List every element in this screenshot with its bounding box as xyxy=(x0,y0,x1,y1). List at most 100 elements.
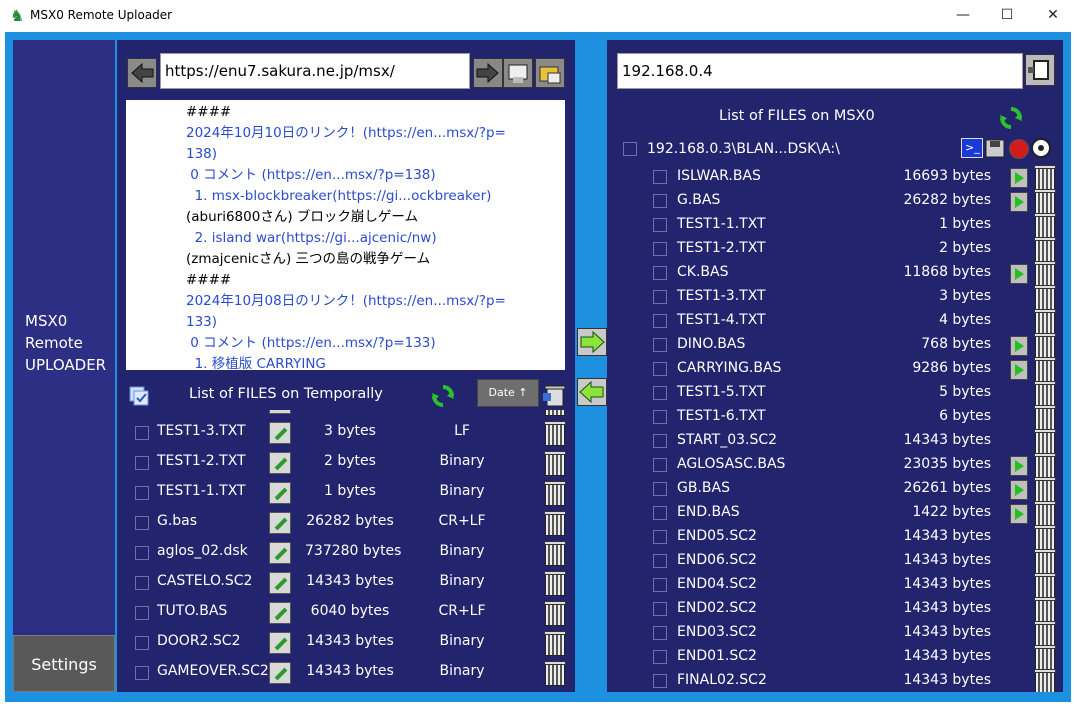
run-icon[interactable] xyxy=(1010,456,1028,476)
trash-icon[interactable] xyxy=(1034,189,1056,214)
msx-file-row[interactable]: END06.SC2 14343 bytes xyxy=(607,549,1063,574)
row-checkbox[interactable] xyxy=(653,650,667,664)
row-checkbox[interactable] xyxy=(653,362,667,376)
settings-button[interactable]: Settings xyxy=(13,635,115,692)
upload-to-msx-icon[interactable] xyxy=(577,328,607,356)
web-link[interactable]: 2. island war(https://gi...ajcenic/nw) xyxy=(126,228,565,249)
msx-address-input[interactable] xyxy=(617,53,1023,89)
line-ending[interactable]: Binary xyxy=(417,663,507,679)
minimize-button[interactable]: — xyxy=(940,0,986,32)
edit-icon[interactable] xyxy=(269,482,291,504)
msx-file-row[interactable]: TEST1-6.TXT 6 bytes xyxy=(607,405,1063,430)
back-arrow-icon[interactable] xyxy=(127,58,157,88)
msx-file-row[interactable]: GB.BAS 26261 bytes xyxy=(607,477,1063,502)
trash-icon[interactable] xyxy=(1034,669,1056,692)
msx-file-row[interactable]: AGLOSASC.BAS 23035 bytes xyxy=(607,453,1063,478)
web-link[interactable]: 0 コメント (https://en...msx/?p=138) xyxy=(126,165,565,186)
msx-file-row[interactable]: CK.BAS 11868 bytes xyxy=(607,261,1063,286)
trash-icon[interactable] xyxy=(1034,165,1056,190)
line-ending[interactable]: Binary xyxy=(417,483,507,499)
row-checkbox[interactable] xyxy=(653,338,667,352)
trash-icon[interactable] xyxy=(1034,597,1056,622)
web-link[interactable]: 0 コメント (https://en...msx/?p=133) xyxy=(126,333,565,354)
run-icon[interactable] xyxy=(1010,504,1028,524)
trash-icon[interactable] xyxy=(544,451,566,476)
temp-file-row[interactable]: TEST1-1.TXT 1 bytes Binary xyxy=(117,478,575,508)
trash-icon[interactable] xyxy=(1034,213,1056,238)
temp-file-row[interactable]: CASTELO.SC2 14343 bytes Binary xyxy=(117,568,575,598)
row-checkbox[interactable] xyxy=(653,602,667,616)
web-link[interactable]: 2024年10月08日のリンク！(https://en...msx/?p= xyxy=(126,291,565,312)
edit-icon[interactable] xyxy=(269,662,291,684)
run-icon[interactable] xyxy=(1010,264,1028,284)
refresh-icon[interactable] xyxy=(431,384,455,408)
row-checkbox[interactable] xyxy=(653,530,667,544)
row-checkbox[interactable] xyxy=(135,456,149,470)
row-checkbox[interactable] xyxy=(135,666,149,680)
trash-icon[interactable] xyxy=(1034,645,1056,670)
row-checkbox[interactable] xyxy=(653,242,667,256)
row-checkbox[interactable] xyxy=(653,626,667,640)
trash-icon[interactable] xyxy=(544,601,566,626)
trash-icon[interactable] xyxy=(1034,453,1056,478)
select-all-icon[interactable] xyxy=(128,384,150,406)
row-checkbox[interactable] xyxy=(653,578,667,592)
stop-icon[interactable] xyxy=(1009,139,1029,159)
run-icon[interactable] xyxy=(1010,168,1028,188)
line-ending[interactable]: CR+LF xyxy=(417,603,507,619)
row-checkbox[interactable] xyxy=(135,636,149,650)
trash-icon[interactable] xyxy=(1034,477,1056,502)
trash-icon[interactable] xyxy=(1034,309,1056,334)
close-button[interactable]: ✕ xyxy=(1030,0,1076,32)
row-checkbox[interactable] xyxy=(653,314,667,328)
path-checkbox[interactable] xyxy=(623,142,637,156)
terminal-icon[interactable]: >_ xyxy=(961,138,983,158)
row-checkbox[interactable] xyxy=(653,674,667,688)
trash-icon[interactable] xyxy=(1034,405,1056,430)
trash-icon[interactable] xyxy=(1034,501,1056,526)
row-checkbox[interactable] xyxy=(653,194,667,208)
msx-file-row[interactable]: TEST1-1.TXT 1 bytes xyxy=(607,213,1063,238)
temp-file-row[interactable]: TUTO.BAS 6040 bytes CR+LF xyxy=(117,598,575,628)
temp-file-row[interactable]: TEST1-2.TXT 2 bytes Binary xyxy=(117,448,575,478)
trash-icon[interactable] xyxy=(1034,237,1056,262)
run-icon[interactable] xyxy=(1010,360,1028,380)
row-checkbox[interactable] xyxy=(653,386,667,400)
trash-icon[interactable] xyxy=(1034,573,1056,598)
web-link[interactable]: 1. 移植版 CARRYING xyxy=(126,354,565,370)
temp-file-row[interactable]: GAMEOVER.SC2 14343 bytes Binary xyxy=(117,658,575,688)
edit-icon[interactable] xyxy=(269,452,291,474)
trash-icon[interactable] xyxy=(544,421,566,446)
msx-file-row[interactable]: TEST1-4.TXT 4 bytes xyxy=(607,309,1063,334)
msx-file-row[interactable]: G.BAS 26282 bytes xyxy=(607,189,1063,214)
row-checkbox[interactable] xyxy=(135,426,149,440)
run-icon[interactable] xyxy=(1010,336,1028,356)
edit-icon[interactable] xyxy=(269,602,291,624)
edit-icon[interactable] xyxy=(269,542,291,564)
row-checkbox[interactable] xyxy=(653,506,667,520)
url-input[interactable] xyxy=(160,53,470,89)
edit-icon[interactable] xyxy=(269,410,291,414)
line-ending[interactable]: Binary xyxy=(417,633,507,649)
run-icon[interactable] xyxy=(1010,192,1028,212)
format-icon[interactable] xyxy=(1031,138,1055,158)
delete-all-icon[interactable] xyxy=(543,383,566,407)
trash-icon[interactable] xyxy=(544,571,566,596)
temp-file-row[interactable]: DOOR2.SC2 14343 bytes Binary xyxy=(117,628,575,658)
trash-icon[interactable] xyxy=(1034,381,1056,406)
run-icon[interactable] xyxy=(1010,480,1028,500)
msx-file-row[interactable]: END04.SC2 14343 bytes xyxy=(607,573,1063,598)
row-checkbox[interactable] xyxy=(653,170,667,184)
trash-icon[interactable] xyxy=(544,481,566,506)
msx-file-row[interactable]: END01.SC2 14343 bytes xyxy=(607,645,1063,670)
line-ending[interactable]: CR+LF xyxy=(417,513,507,529)
disk-icon[interactable] xyxy=(985,138,1007,158)
trash-icon[interactable] xyxy=(1034,525,1056,550)
trash-icon[interactable] xyxy=(1034,357,1056,382)
maximize-button[interactable]: ☐ xyxy=(984,0,1030,32)
line-ending[interactable]: Binary xyxy=(417,453,507,469)
trash-icon[interactable] xyxy=(1034,333,1056,358)
row-checkbox[interactable] xyxy=(135,606,149,620)
edit-icon[interactable] xyxy=(269,572,291,594)
msx-file-row[interactable]: END03.SC2 14343 bytes xyxy=(607,621,1063,646)
